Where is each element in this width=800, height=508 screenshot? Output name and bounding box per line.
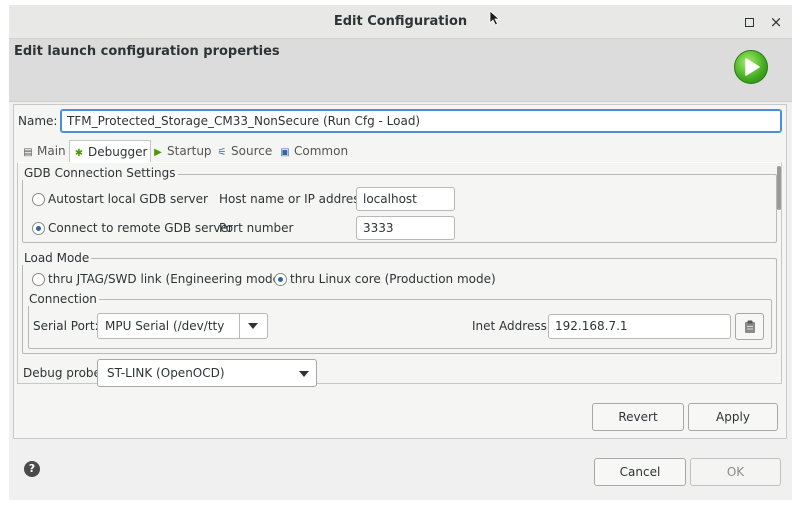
load-mode-group-title: Load Mode bbox=[22, 251, 92, 265]
clipboard-icon bbox=[745, 320, 755, 333]
apply-button[interactable]: Apply bbox=[688, 403, 778, 431]
tab-debugger[interactable]: ✱ Debugger bbox=[69, 140, 152, 162]
ok-button[interactable]: OK bbox=[690, 458, 781, 486]
window-title: Edit Configuration bbox=[333, 14, 468, 29]
serial-port-label: Serial Port: bbox=[33, 319, 99, 333]
combo-divider bbox=[239, 314, 240, 338]
gdb-connection-group-title: GDB Connection Settings bbox=[22, 166, 178, 180]
jtag-mode-radio[interactable] bbox=[32, 273, 45, 286]
startup-tab-icon: ▶ bbox=[154, 147, 162, 158]
tab-startup-label: Startup bbox=[167, 144, 212, 158]
close-icon: × bbox=[769, 13, 783, 31]
serial-port-select[interactable]: MPU Serial (/dev/tty bbox=[97, 313, 268, 339]
inet-address-label: Inet Address: bbox=[472, 319, 551, 333]
inet-address-input[interactable]: 192.168.7.1 bbox=[548, 314, 731, 339]
revert-button[interactable]: Revert bbox=[592, 403, 684, 431]
source-tab-icon: ⚟ bbox=[217, 147, 227, 158]
name-label: Name: bbox=[18, 114, 58, 128]
serial-port-value: MPU Serial (/dev/tty bbox=[105, 319, 225, 333]
paste-button[interactable] bbox=[735, 313, 764, 340]
dialog-header-title: Edit launch configuration properties bbox=[14, 44, 280, 59]
vertical-scrollbar[interactable] bbox=[777, 166, 781, 210]
linux-mode-label: thru Linux core (Production mode) bbox=[290, 272, 496, 286]
remote-gdb-label: Connect to remote GDB server bbox=[48, 221, 233, 235]
tab-debugger-label: Debugger bbox=[88, 145, 148, 159]
tab-common-label: Common bbox=[294, 144, 349, 158]
help-icon[interactable]: ? bbox=[24, 461, 40, 477]
host-input[interactable]: localhost bbox=[356, 187, 455, 211]
maximize-button[interactable] bbox=[740, 13, 758, 31]
host-label: Host name or IP address bbox=[219, 192, 366, 206]
close-button[interactable]: × bbox=[767, 13, 785, 31]
tab-main[interactable]: ▤ Main bbox=[22, 140, 66, 162]
chevron-down-icon bbox=[248, 323, 258, 329]
main-tab-icon: ▤ bbox=[23, 147, 33, 158]
connection-group-title: Connection bbox=[27, 292, 99, 306]
tab-source[interactable]: ⚟ Source bbox=[216, 140, 273, 162]
run-icon bbox=[734, 50, 768, 84]
tab-main-label: Main bbox=[37, 144, 66, 158]
maximize-icon bbox=[744, 18, 754, 27]
debug-probe-label: Debug probe bbox=[23, 366, 101, 380]
tab-common[interactable]: ▣ Common bbox=[279, 140, 348, 162]
chevron-down-icon bbox=[299, 371, 309, 377]
tab-source-label: Source bbox=[231, 144, 273, 158]
name-input[interactable]: TFM_Protected_Storage_CM33_NonSecure (Ru… bbox=[60, 109, 782, 133]
tab-startup[interactable]: ▶ Startup bbox=[152, 140, 212, 162]
linux-mode-radio[interactable] bbox=[274, 273, 287, 286]
title-bar: Edit Configuration × bbox=[9, 5, 792, 39]
port-input[interactable]: 3333 bbox=[356, 216, 455, 240]
common-tab-icon: ▣ bbox=[280, 147, 290, 158]
port-label: Port number bbox=[219, 221, 294, 235]
autostart-gdb-label: Autostart local GDB server bbox=[48, 192, 208, 206]
cancel-button[interactable]: Cancel bbox=[594, 458, 686, 486]
mouse-cursor-icon bbox=[489, 10, 501, 26]
remote-gdb-radio[interactable] bbox=[32, 222, 45, 235]
debug-probe-select[interactable]: ST-LINK (OpenOCD) bbox=[97, 359, 317, 387]
autostart-gdb-radio[interactable] bbox=[32, 193, 45, 206]
jtag-mode-label: thru JTAG/SWD link (Engineering mode) bbox=[48, 272, 285, 286]
debug-probe-value: ST-LINK (OpenOCD) bbox=[107, 366, 225, 380]
